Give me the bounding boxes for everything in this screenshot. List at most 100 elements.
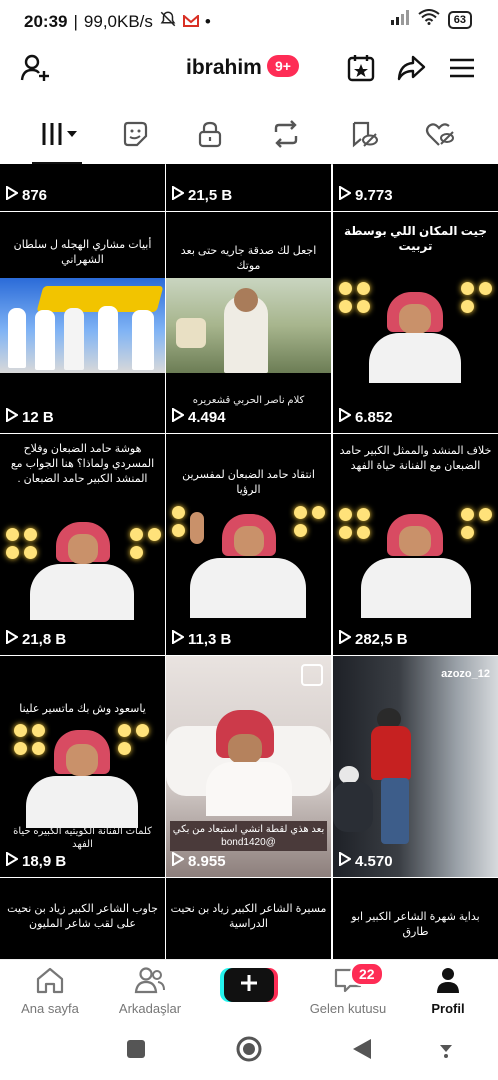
video-preview-image	[333, 696, 498, 866]
friends-icon	[134, 967, 166, 997]
view-count: 4.494	[188, 408, 226, 426]
video-preview-image	[333, 278, 498, 383]
video-thumbnail[interactable]: جيت المكان اللي بوسطة تربيت 6.852	[333, 212, 498, 433]
create-button[interactable]	[224, 968, 274, 1002]
tab-videos[interactable]	[30, 114, 90, 164]
video-grid: 876 21,5 B 9.773 أبيات مشاري الهجله ل سل…	[0, 164, 498, 959]
tab-reposts[interactable]	[256, 114, 316, 158]
video-thumbnail[interactable]: azozo_12 4.570	[333, 656, 498, 877]
play-icon	[172, 629, 185, 648]
repost-icon	[271, 119, 301, 153]
video-preview-image	[0, 510, 165, 625]
play-icon	[172, 851, 185, 870]
video-thumbnail[interactable]: مسيرة الشاعر الكبير زياد بن نحيت الدراسي…	[166, 878, 331, 959]
video-thumbnail[interactable]: بداية شهرة الشاعر الكبير ابو طارق	[333, 878, 498, 959]
video-caption: اجعل لك صدقة جاريه حتى بعد موتك	[180, 245, 317, 272]
video-thumbnail[interactable]: 9.773	[333, 164, 498, 211]
add-friend-icon[interactable]	[18, 51, 52, 85]
play-icon	[339, 185, 352, 204]
video-overlay-text: بعد هذي لقطة انشي استبعاد من بكي @bond14…	[170, 821, 327, 851]
profile-header: ibrahim 9+	[0, 40, 498, 96]
signal-icon	[390, 9, 410, 30]
mute-icon	[159, 10, 177, 33]
status-bar: 20:39 | 99,0KB/s • 63	[0, 0, 498, 40]
video-caption: انتقاد حامد الضبعان لمفسرين الرؤيا	[182, 469, 315, 496]
video-preview-image	[166, 696, 331, 816]
circle-icon	[235, 1035, 263, 1068]
tab-private[interactable]	[180, 114, 240, 158]
video-preview-image	[333, 498, 498, 623]
video-thumbnail[interactable]: جاوب الشاعر الكبير زياد بن نحيت على لقب …	[0, 878, 165, 959]
profile-icon	[434, 968, 462, 997]
gmail-icon	[182, 12, 199, 32]
video-thumbnail[interactable]: خلاف المنشد والممثل الكبير حامد الضبعان …	[333, 434, 498, 655]
square-icon	[125, 1038, 147, 1065]
video-thumbnail[interactable]: هوشة حامد الضبعان وفلاح المسردي ولماذا؟ …	[0, 434, 165, 655]
play-icon	[339, 407, 352, 426]
view-count: 9.773	[355, 186, 393, 204]
plus-icon	[239, 973, 259, 998]
video-preview-image	[0, 278, 165, 373]
profile-username[interactable]: ibrahim	[186, 56, 262, 80]
system-navigation	[0, 1021, 498, 1080]
wifi-icon	[418, 9, 440, 30]
heart-hidden-icon	[425, 120, 455, 153]
view-count: 282,5 B	[355, 630, 408, 648]
video-preview-image	[0, 718, 165, 828]
nav-home[interactable]: Ana sayfa	[0, 966, 100, 1016]
view-count: 18,9 B	[22, 852, 67, 870]
multi-image-icon	[301, 664, 323, 686]
play-icon	[6, 851, 19, 870]
battery-indicator: 63	[447, 10, 472, 29]
grid-icon	[40, 121, 80, 152]
video-overlay-text: كلمات الفنانة الكويتيه الكبيره حياة الفه…	[13, 826, 152, 850]
hide-keyboard-button[interactable]	[432, 1037, 460, 1065]
video-thumbnail[interactable]: بعد هذي لقطة انشي استبعاد من بكي @bond14…	[166, 656, 331, 877]
video-thumbnail[interactable]: أبيات مشاري الهجله ل سلطان الشهراني 12 B	[0, 212, 165, 433]
view-count: 8.955	[188, 852, 226, 870]
video-caption: بداية شهرة الشاعر الكبير ابو طارق	[351, 911, 480, 938]
play-icon	[339, 851, 352, 870]
share-icon[interactable]	[394, 51, 428, 85]
video-thumbnail[interactable]: 876	[0, 164, 165, 211]
video-preview-image	[166, 498, 331, 623]
home-button[interactable]	[235, 1035, 263, 1068]
nav-inbox-label: Gelen kutusu	[309, 1001, 387, 1016]
tab-stickers[interactable]	[105, 114, 165, 158]
tab-favorites[interactable]	[334, 114, 394, 158]
inbox-badge: 22	[350, 962, 384, 986]
video-caption: أبيات مشاري الهجله ل سلطان الشهراني	[13, 239, 152, 266]
video-overlay-text: كلام ناصر الحربي قشعريره	[192, 395, 305, 406]
bottom-navigation: Ana sayfa Arkadaşlar Gelen kutusu 22 Pro…	[0, 959, 498, 1022]
menu-icon[interactable]	[445, 51, 479, 85]
calendar-star-icon[interactable]	[344, 51, 378, 85]
recents-button[interactable]	[122, 1037, 150, 1065]
video-caption: خلاف المنشد والممثل الكبير حامد الضبعان …	[339, 445, 492, 472]
tab-liked[interactable]	[410, 114, 470, 158]
video-thumbnail[interactable]: ياسعود وش بك ماتسير علينا كلمات الفنانة …	[0, 656, 165, 877]
play-icon	[172, 185, 185, 204]
nav-profile[interactable]: Profil	[398, 966, 498, 1016]
back-triangle-icon	[351, 1037, 373, 1066]
view-count: 6.852	[355, 408, 393, 426]
nav-home-label: Ana sayfa	[21, 1001, 79, 1016]
chevron-down-icon	[436, 1039, 456, 1064]
view-count: 12 B	[22, 408, 54, 426]
nav-profile-label: Profil	[431, 1001, 465, 1016]
video-thumbnail[interactable]: انتقاد حامد الضبعان لمفسرين الرؤيا 11,3 …	[166, 434, 331, 655]
view-count: 876	[22, 186, 48, 204]
view-count: 4.570	[355, 852, 393, 870]
video-preview-image	[166, 278, 331, 373]
sticker-icon	[121, 120, 149, 153]
nav-friends[interactable]: Arkadaşlar	[100, 966, 200, 1016]
account-notification-badge: 9+	[267, 55, 299, 77]
video-thumbnail[interactable]: اجعل لك صدقة جاريه حتى بعد موتك كلام ناص…	[166, 212, 331, 433]
network-speed: 99,0KB/s	[83, 11, 153, 31]
play-icon	[172, 407, 185, 426]
status-time: 20:39	[24, 11, 68, 31]
back-button[interactable]	[348, 1037, 376, 1065]
play-icon	[6, 407, 19, 426]
video-thumbnail[interactable]: 21,5 B	[166, 164, 331, 211]
lock-icon	[197, 120, 223, 153]
view-count: 21,8 B	[22, 630, 67, 648]
